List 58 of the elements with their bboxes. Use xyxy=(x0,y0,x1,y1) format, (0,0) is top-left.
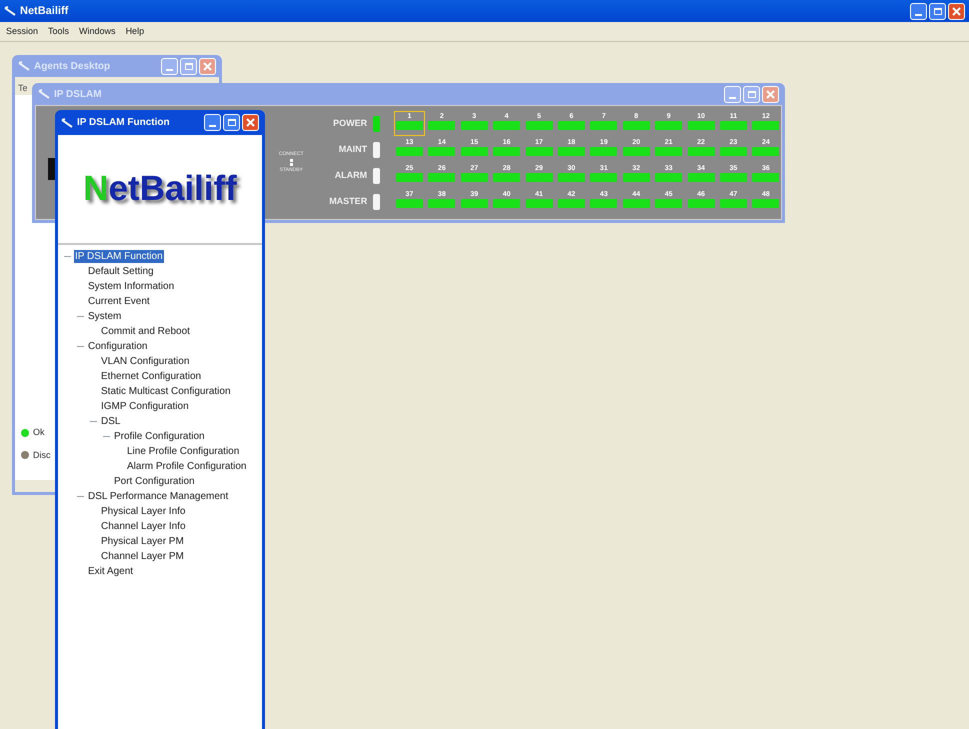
tree-item[interactable]: Configuration xyxy=(87,340,148,353)
tree-item[interactable]: Physical Layer PM xyxy=(100,535,185,548)
tree-item[interactable]: System xyxy=(87,310,122,323)
minimize-button[interactable] xyxy=(204,114,221,131)
tree-item[interactable]: Ethernet Configuration xyxy=(100,370,202,383)
collapse-icon[interactable] xyxy=(77,343,84,350)
window-title: IP DSLAM xyxy=(54,88,102,102)
menu-item[interactable]: Windows xyxy=(79,24,116,38)
maximize-button[interactable] xyxy=(223,114,240,131)
minimize-button[interactable] xyxy=(910,2,927,20)
tree-item[interactable]: IP DSLAM Function xyxy=(74,250,164,263)
tree-item[interactable]: Profile Configuration xyxy=(113,430,206,443)
indicator-label: MAINT xyxy=(338,142,368,156)
tree-item[interactable]: Physical Layer Info xyxy=(100,505,186,518)
close-button[interactable] xyxy=(242,114,259,131)
collapse-icon[interactable] xyxy=(103,433,110,440)
tree-item[interactable]: Line Profile Configuration xyxy=(126,445,240,458)
collapse-icon[interactable] xyxy=(77,493,84,500)
status-label: Ok xyxy=(33,426,45,439)
app-icon xyxy=(38,89,50,99)
collapse-icon[interactable] xyxy=(64,253,71,260)
close-button[interactable] xyxy=(948,2,965,20)
tree-item[interactable]: Exit Agent xyxy=(87,565,134,578)
close-icon xyxy=(203,62,212,70)
indicator-label: POWER xyxy=(332,116,368,130)
menu-item[interactable]: Help xyxy=(126,24,144,38)
tree-item[interactable]: Default Setting xyxy=(87,265,155,278)
tree-item[interactable]: Channel Layer Info xyxy=(100,520,187,533)
tree-item[interactable]: DSL Performance Management xyxy=(87,490,230,503)
tree-item[interactable]: Commit and Reboot xyxy=(100,325,191,338)
maximize-button[interactable] xyxy=(929,2,946,20)
indicator-label: ALARM xyxy=(334,168,368,182)
app-icon xyxy=(18,61,30,71)
window-title: IP DSLAM Function xyxy=(77,116,170,130)
indicator-label: MASTER xyxy=(328,194,368,208)
collapse-icon[interactable] xyxy=(90,418,97,425)
menu-item[interactable]: Tools xyxy=(48,24,70,38)
collapse-icon[interactable] xyxy=(77,313,84,320)
app-icon xyxy=(61,118,73,128)
window-title: Agents Desktop xyxy=(34,60,110,74)
tree-item[interactable]: DSL xyxy=(100,415,122,428)
status-label: Disc xyxy=(33,448,50,462)
tree-item[interactable]: Port Configuration xyxy=(113,475,196,488)
tab[interactable]: Te xyxy=(17,82,29,95)
tree-item[interactable]: Static Multicast Configuration xyxy=(100,385,232,398)
app-icon xyxy=(4,6,16,16)
tree-item[interactable]: VLAN Configuration xyxy=(100,355,190,368)
tree-item[interactable]: System Information xyxy=(87,280,176,293)
app-title: NetBailiff xyxy=(20,4,68,19)
tree-item[interactable]: IGMP Configuration xyxy=(100,400,190,413)
menu-item[interactable]: Session xyxy=(6,24,38,38)
logo: NetBailiff xyxy=(83,168,237,210)
tree-item[interactable]: Alarm Profile Configuration xyxy=(126,460,248,473)
tree-item[interactable]: Current Event xyxy=(87,295,151,308)
close-icon xyxy=(766,90,775,98)
close-icon xyxy=(246,118,255,127)
tree-item[interactable]: Channel Layer PM xyxy=(100,550,185,563)
close-icon xyxy=(952,6,961,16)
